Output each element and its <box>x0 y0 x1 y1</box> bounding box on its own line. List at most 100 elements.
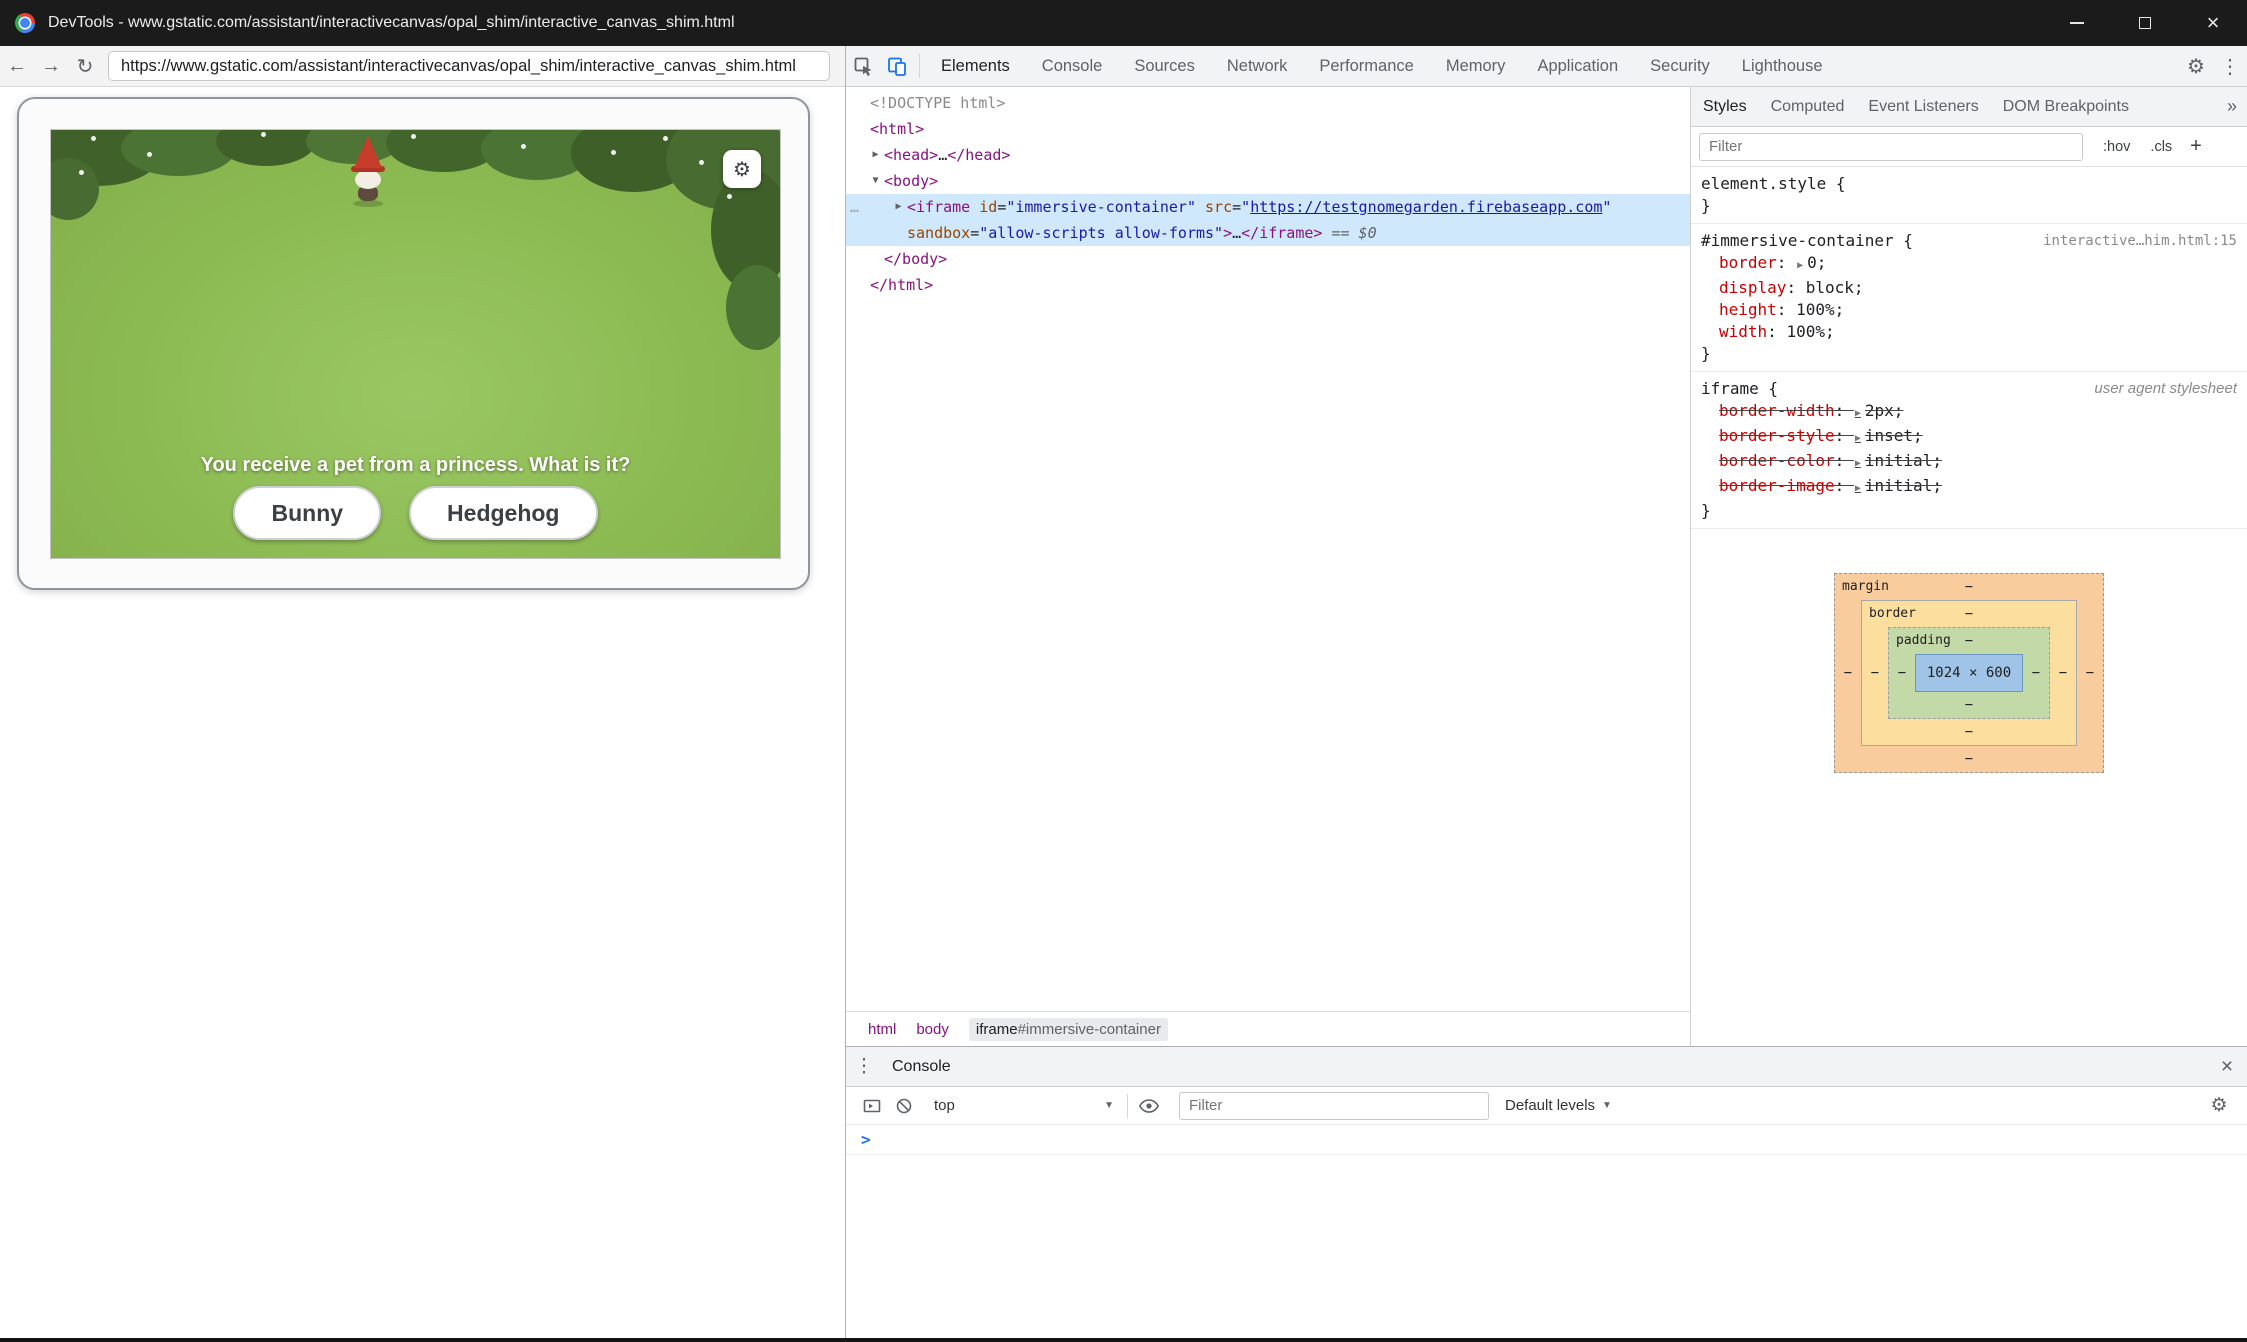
close-drawer-button[interactable]: × <box>2207 1055 2247 1079</box>
dom-tree-node[interactable]: </body> <box>846 246 1690 272</box>
devtools-tab-network[interactable]: Network <box>1211 46 1304 86</box>
dom-tree-node[interactable]: ▼<body> <box>846 168 1690 194</box>
devtools-tab-lighthouse[interactable]: Lighthouse <box>1726 46 1839 86</box>
css-declaration[interactable]: display: block; <box>1701 277 2237 299</box>
more-tabs-icon[interactable]: » <box>2227 96 2237 117</box>
flower-dot <box>699 160 704 165</box>
stylesheet-source-link[interactable]: interactive…him.html:15 <box>2043 230 2237 252</box>
close-window-button[interactable]: × <box>2179 0 2247 46</box>
attribute-link[interactable]: https://testgnomegarden.firebaseapp.com <box>1250 198 1602 216</box>
device-toolbar-icon[interactable] <box>882 51 912 81</box>
flower-dot <box>79 170 84 175</box>
css-selector[interactable]: iframe { <box>1701 378 1778 400</box>
settings-gear-icon[interactable]: ⚙ <box>2179 54 2213 79</box>
window-controls: × <box>2043 0 2247 46</box>
devtools-tab-memory[interactable]: Memory <box>1430 46 1522 86</box>
devtools-tab-sources[interactable]: Sources <box>1118 46 1211 86</box>
margin-top-value[interactable]: − <box>1965 579 1973 595</box>
context-label: top <box>934 1097 955 1114</box>
node-menu-dots-icon[interactable]: … <box>850 194 859 220</box>
css-selector[interactable]: #immersive-container { <box>1701 230 1913 252</box>
sidebar-tab-event-listeners[interactable]: Event Listeners <box>1856 87 1990 127</box>
choice-button-hedgehog[interactable]: Hedgehog <box>409 486 597 540</box>
console-prompt-row[interactable]: > <box>846 1125 2247 1155</box>
dom-tree-node[interactable]: …▶<iframe id="immersive-container" src="… <box>846 194 1690 246</box>
toggle-class-button[interactable]: .cls <box>2150 139 2172 155</box>
dom-tree-node[interactable]: <!DOCTYPE html> <box>846 90 1690 116</box>
game-settings-button[interactable]: ⚙ <box>723 150 761 188</box>
padding-top-value[interactable]: − <box>1965 633 1973 649</box>
reload-button[interactable]: ↻ <box>68 54 102 79</box>
toggle-pseudo-state-button[interactable]: :hov <box>2103 139 2130 155</box>
padding-left-value[interactable]: − <box>1889 654 1915 692</box>
dom-tree-node[interactable]: </html> <box>846 272 1690 298</box>
sidebar-tab-dom-breakpoints[interactable]: DOM Breakpoints <box>1991 87 2141 127</box>
flower-dot <box>411 134 416 139</box>
minimize-button[interactable] <box>2043 0 2111 46</box>
stylesheet-source-link[interactable]: user agent stylesheet <box>2094 378 2237 400</box>
levels-label: Default levels <box>1505 1097 1595 1114</box>
console-filter-input[interactable] <box>1179 1092 1489 1120</box>
css-declaration[interactable]: border-color: ▶initial; <box>1701 450 2237 475</box>
choice-button-bunny[interactable]: Bunny <box>233 486 381 540</box>
maximize-button[interactable] <box>2111 0 2179 46</box>
console-drawer-tab[interactable]: Console <box>892 1058 951 1076</box>
back-button[interactable]: ← <box>0 55 34 78</box>
url-input[interactable] <box>108 51 830 81</box>
devtools-tab-performance[interactable]: Performance <box>1303 46 1429 86</box>
main-menu-dots-icon[interactable]: ⋮ <box>2213 54 2247 79</box>
execution-context-selector[interactable]: top ▼ <box>926 1097 1122 1114</box>
dom-tree-node[interactable]: <html> <box>846 116 1690 142</box>
sidebar-tab-styles[interactable]: Styles <box>1691 87 1759 127</box>
breadcrumb-html[interactable]: html <box>868 1021 896 1038</box>
live-expression-eye-icon[interactable] <box>1133 1091 1165 1121</box>
console-settings-gear-icon[interactable]: ⚙ <box>2201 1094 2237 1117</box>
margin-bottom-value[interactable]: − <box>1965 751 1973 767</box>
node-markup: <head>…</head> <box>884 146 1010 164</box>
border-bottom-value[interactable]: − <box>1965 724 1973 740</box>
forward-button[interactable]: → <box>34 55 68 78</box>
css-declaration[interactable]: border-style: ▶inset; <box>1701 425 2237 450</box>
pane-splitter[interactable] <box>845 46 846 1338</box>
box-model-margin: margin− − border− − padding− − 1024 × 60… <box>1834 573 2104 773</box>
expand-shorthand-icon: ▶ <box>1855 408 1861 419</box>
devtools-tab-security[interactable]: Security <box>1634 46 1726 86</box>
css-declaration[interactable]: height: 100%; <box>1701 299 2237 321</box>
drawer-menu-dots-icon[interactable]: ⋮ <box>846 1055 882 1078</box>
console-sidebar-icon[interactable] <box>856 1091 888 1121</box>
styles-filter-input[interactable] <box>1699 133 2083 161</box>
log-levels-dropdown[interactable]: Default levels ▼ <box>1505 1097 1612 1114</box>
devtools-tab-application[interactable]: Application <box>1521 46 1634 86</box>
border-right-value[interactable]: − <box>2050 627 2076 719</box>
inspect-element-icon[interactable] <box>848 51 878 81</box>
border-left-value[interactable]: − <box>1862 627 1888 719</box>
padding-right-value[interactable]: − <box>2023 654 2049 692</box>
box-model-content[interactable]: 1024 × 600 <box>1915 654 2023 692</box>
clear-console-icon[interactable] <box>888 1091 920 1121</box>
new-style-rule-button[interactable]: + <box>2190 135 2202 158</box>
css-declaration[interactable]: width: 100%; <box>1701 321 2237 343</box>
css-declaration[interactable]: border-width: ▶2px; <box>1701 400 2237 425</box>
margin-right-value[interactable]: − <box>2077 600 2103 746</box>
flower-dot <box>147 152 152 157</box>
close-icon: × <box>2207 12 2220 34</box>
box-model-section[interactable]: margin− − border− − padding− − 1024 × 60… <box>1691 573 2247 773</box>
margin-left-value[interactable]: − <box>1835 600 1861 746</box>
css-declaration[interactable]: border-image: ▶initial; <box>1701 475 2237 500</box>
disclosure-collapsed-icon[interactable]: ▶ <box>868 142 883 168</box>
dom-tree-node[interactable]: ▶<head>…</head> <box>846 142 1690 168</box>
css-declaration[interactable]: border: ▶0; <box>1701 252 2237 277</box>
breadcrumb-body[interactable]: body <box>916 1021 949 1038</box>
devtools-tab-console[interactable]: Console <box>1026 46 1119 86</box>
sidebar-tab-computed[interactable]: Computed <box>1759 87 1857 127</box>
padding-bottom-value[interactable]: − <box>1965 697 1973 713</box>
disclosure-collapsed-icon[interactable]: ▶ <box>891 194 906 220</box>
node-markup: <html> <box>870 120 924 138</box>
border-top-value[interactable]: − <box>1965 606 1973 622</box>
css-selector[interactable]: element.style { <box>1701 173 1846 195</box>
devtools-tab-elements[interactable]: Elements <box>925 46 1026 86</box>
breadcrumb-iframe[interactable]: iframe#immersive-container <box>969 1018 1168 1041</box>
disclosure-expanded-icon[interactable]: ▼ <box>868 168 883 194</box>
chevron-down-icon: ▼ <box>1602 1100 1612 1111</box>
bush-decoration <box>726 265 781 350</box>
